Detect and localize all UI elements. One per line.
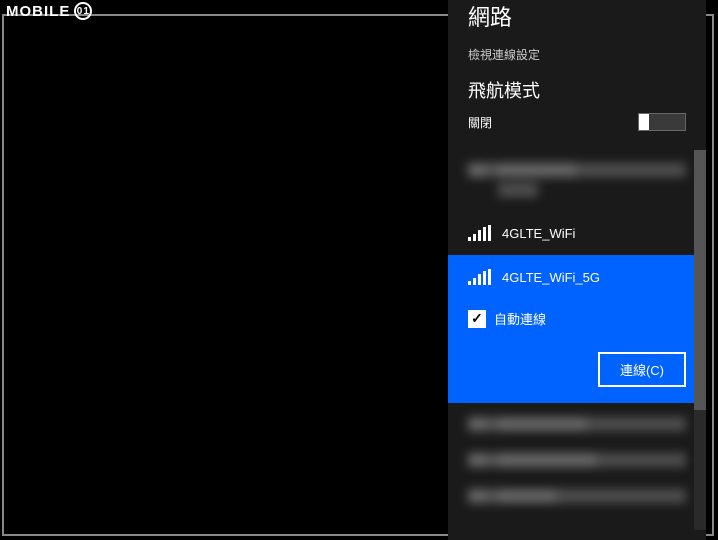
watermark-text: MOBILE <box>6 3 70 20</box>
network-panel: 網路 檢視連線設定 飛航模式 關閉 4GLTE_WiFi <box>448 0 706 540</box>
wifi-signal-icon <box>468 225 490 241</box>
wifi-signal-icon <box>468 269 490 285</box>
network-item-blurred[interactable] <box>448 481 706 517</box>
toggle-handle <box>639 114 649 130</box>
network-name: 4GLTE_WiFi_5G <box>502 270 600 285</box>
airplane-mode-status: 關閉 <box>468 114 492 131</box>
view-connection-settings-link[interactable]: 檢視連線設定 <box>448 40 706 77</box>
network-item-selected[interactable]: 4GLTE_WiFi_5G ✓ 自動連線 連線(C) <box>448 255 706 403</box>
watermark-logo: MOBILE 01 <box>6 2 92 20</box>
auto-connect-label: 自動連線 <box>494 309 546 328</box>
watermark-icon: 01 <box>74 2 92 20</box>
network-item-blurred[interactable] <box>448 445 706 481</box>
scrollbar-thumb[interactable] <box>694 150 706 410</box>
auto-connect-checkbox[interactable]: ✓ <box>468 310 486 328</box>
panel-title: 網路 <box>448 0 706 40</box>
network-name: 4GLTE_WiFi <box>502 226 575 241</box>
network-item[interactable]: 4GLTE_WiFi <box>448 211 706 255</box>
airplane-mode-section: 飛航模式 關閉 <box>448 77 706 149</box>
network-item-blurred[interactable] <box>448 149 706 211</box>
airplane-mode-title: 飛航模式 <box>468 77 686 103</box>
connect-button[interactable]: 連線(C) <box>598 352 686 387</box>
network-item-blurred[interactable] <box>448 403 706 445</box>
scrollbar-track[interactable] <box>694 150 706 530</box>
airplane-mode-toggle[interactable] <box>638 113 686 131</box>
network-list: 4GLTE_WiFi 4GLTE_WiFi_5G ✓ 自動連線 連線(C) <box>448 149 706 540</box>
auto-connect-row[interactable]: ✓ 自動連線 <box>468 309 686 328</box>
